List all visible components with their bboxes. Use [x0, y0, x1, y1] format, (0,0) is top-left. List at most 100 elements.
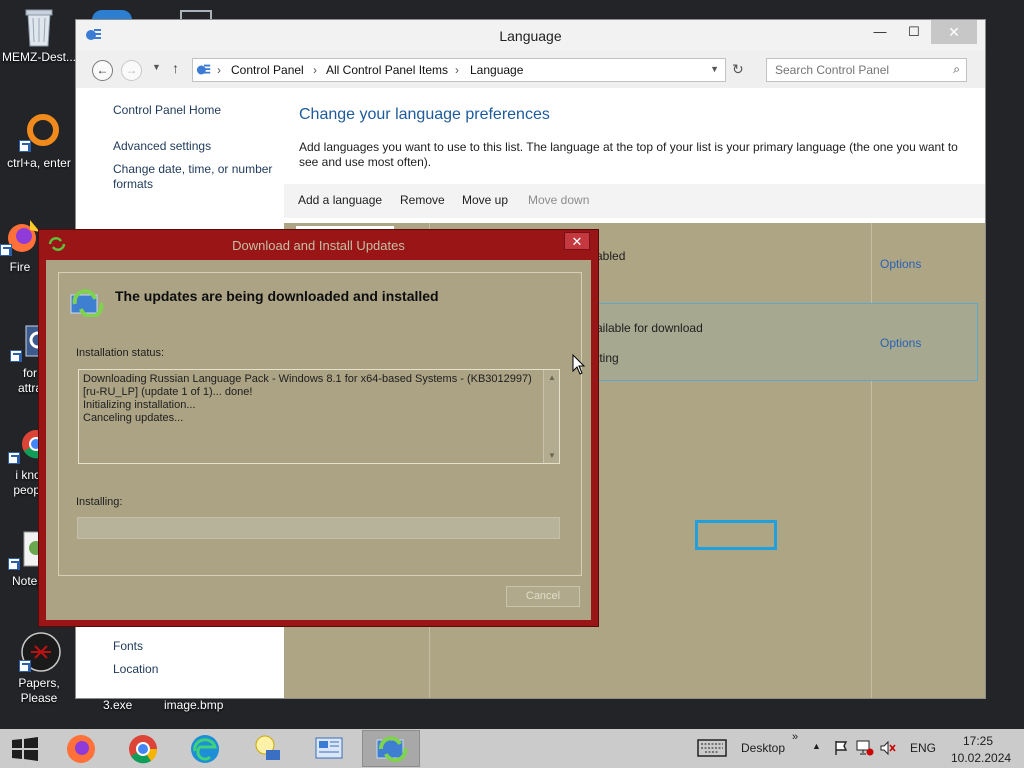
language-row-2-options[interactable]: Options: [880, 336, 921, 350]
desktop-toolbar-label[interactable]: Desktop: [741, 741, 785, 768]
language-row-1-status: abled: [596, 249, 626, 263]
dialog-panel: The updates are being downloaded and ins…: [58, 272, 582, 576]
shortcut-arrow-icon: [19, 140, 31, 152]
language-row-2-status: ailable for download: [596, 321, 703, 335]
nav-control-panel-home[interactable]: Control Panel Home: [113, 103, 278, 118]
breadcrumb-control-panel[interactable]: Control Panel: [231, 63, 304, 77]
desktop-icon-ctrl-a-enter[interactable]: ctrl+a, enter: [0, 112, 78, 171]
installation-status-box[interactable]: Downloading Russian Language Pack - Wind…: [78, 369, 560, 464]
dialog-close-button[interactable]: ✕: [564, 232, 590, 250]
taskbar-edge[interactable]: [176, 730, 234, 767]
page-heading: Change your language preferences: [299, 106, 550, 123]
page-description: Add languages you want to use to this li…: [299, 140, 958, 169]
breadcrumb-language[interactable]: Language: [470, 63, 523, 77]
dialog-body: The updates are being downloaded and ins…: [46, 260, 591, 620]
taskbar-windows-update[interactable]: [362, 730, 420, 767]
installation-status-label: Installation status:: [76, 347, 165, 359]
shortcut-arrow-icon: [8, 452, 20, 464]
papers-please-icon: [19, 632, 61, 672]
touch-keyboard-icon[interactable]: [697, 739, 727, 768]
clock-date[interactable]: 10.02.2024: [951, 751, 1011, 768]
scroll-up-icon[interactable]: ▲: [544, 373, 560, 382]
start-button[interactable]: [12, 737, 38, 764]
recent-pages-chevron-icon[interactable]: ▼: [152, 62, 161, 72]
shortcut-arrow-icon: [10, 350, 22, 362]
update-dialog: Download and Install Updates ✕ The updat…: [38, 229, 599, 627]
status-scrollbar[interactable]: ▲ ▼: [543, 370, 559, 463]
status-line: [ru-RU_LP] (update 1 of 1)... done!: [83, 386, 253, 398]
taskbar: Desktop » ▲ ENG 17:25 10.02.2024: [0, 729, 1024, 768]
language-row-1-options[interactable]: Options: [880, 257, 921, 271]
up-arrow-icon[interactable]: ↑: [172, 60, 179, 76]
nav-location[interactable]: Location: [113, 662, 278, 677]
desktop-label-3exe: 3.exe: [103, 698, 133, 712]
address-dropdown-icon[interactable]: ▼: [710, 64, 719, 74]
desktop-icon-label: Fire: [9, 260, 31, 274]
orange-ring-icon: [19, 112, 59, 152]
add-language-button[interactable]: Add a language: [298, 193, 382, 207]
column-divider: [871, 223, 872, 698]
breadcrumb-separator-icon: ›: [313, 63, 317, 77]
desktop-label-image-bmp: image.bmp: [164, 698, 224, 712]
breadcrumb-all-items[interactable]: All Control Panel Items: [326, 63, 448, 77]
nav-fonts[interactable]: Fonts: [113, 639, 278, 654]
breadcrumb-separator-icon: ›: [455, 63, 459, 77]
dialog-titlebar[interactable]: Download and Install Updates ✕: [39, 230, 598, 260]
recycle-bin-icon: [19, 6, 59, 47]
search-box[interactable]: ⌕: [766, 58, 967, 82]
nav-advanced-settings[interactable]: Advanced settings: [113, 139, 278, 154]
shortcut-arrow-icon: [19, 660, 31, 672]
search-input[interactable]: [775, 60, 945, 80]
taskbar-control-panel[interactable]: [300, 730, 358, 767]
move-down-button: Move down: [528, 193, 590, 207]
action-center-flag-icon[interactable]: [834, 740, 848, 768]
desktop-icon-label: MEMZ-Dest...: [2, 50, 76, 64]
scroll-down-icon[interactable]: ▼: [544, 451, 560, 460]
remove-button[interactable]: Remove: [400, 193, 445, 207]
cancel-button[interactable]: Cancel: [506, 586, 580, 607]
close-button[interactable]: ✕: [931, 20, 977, 44]
back-button[interactable]: ←: [92, 60, 113, 81]
forward-button[interactable]: →: [121, 60, 142, 81]
dialog-heading: The updates are being downloaded and ins…: [115, 288, 439, 304]
minimize-button[interactable]: —: [865, 20, 895, 44]
installing-label: Installing:: [76, 496, 123, 508]
focus-rectangle: [695, 520, 777, 550]
mouse-cursor-icon: [572, 353, 586, 379]
address-bar-row: ← → ▼ ↑ › Control Panel › All Control Pa…: [76, 52, 985, 86]
window-titlebar[interactable]: Language — ☐ ✕: [76, 20, 985, 50]
install-progress-bar: [77, 517, 560, 539]
nav-change-date-time[interactable]: Change date, time, or number formats: [113, 162, 278, 192]
firefox-icon: [0, 216, 40, 256]
language-toolbar: Add a language Remove Move up Move down: [284, 184, 985, 218]
status-line: Downloading Russian Language Pack - Wind…: [83, 373, 532, 385]
taskbar-firefox[interactable]: [52, 730, 110, 767]
network-icon[interactable]: [856, 740, 874, 768]
desktop-icon-label: Papers, Please: [18, 676, 60, 705]
control-panel-icon: [196, 62, 212, 81]
taskbar-chrome[interactable]: [114, 730, 172, 767]
toolbar-chevron-icon[interactable]: »: [792, 731, 798, 768]
search-icon[interactable]: ⌕: [953, 62, 960, 77]
volume-muted-icon[interactable]: [879, 740, 897, 768]
shortcut-arrow-icon: [8, 558, 20, 570]
window-title: Language: [499, 28, 562, 44]
dialog-title: Download and Install Updates: [232, 238, 405, 253]
language-row-2-status-2: tting: [596, 351, 619, 365]
status-line: Initializing installation...: [83, 399, 196, 411]
shortcut-arrow-icon: [0, 244, 12, 256]
breadcrumb-separator-icon: ›: [217, 63, 221, 77]
move-up-button[interactable]: Move up: [462, 193, 508, 207]
desktop-icon-papers-please[interactable]: Papers, Please: [0, 632, 78, 706]
refresh-button[interactable]: ↻: [732, 61, 744, 78]
address-field[interactable]: › Control Panel › All Control Panel Item…: [192, 58, 726, 82]
windows-update-icon: [69, 289, 105, 320]
show-hidden-icons[interactable]: ▲: [812, 741, 821, 768]
desktop-icon-label: ctrl+a, enter: [7, 156, 71, 170]
desktop-icon-recycle-bin[interactable]: MEMZ-Dest...: [0, 6, 78, 65]
maximize-button[interactable]: ☐: [899, 20, 929, 44]
status-line: Canceling updates...: [83, 412, 184, 424]
input-language-indicator[interactable]: ENG: [910, 741, 936, 768]
taskbar-tips[interactable]: [238, 730, 296, 767]
desktop-icon-firefox[interactable]: Fire: [0, 216, 40, 275]
